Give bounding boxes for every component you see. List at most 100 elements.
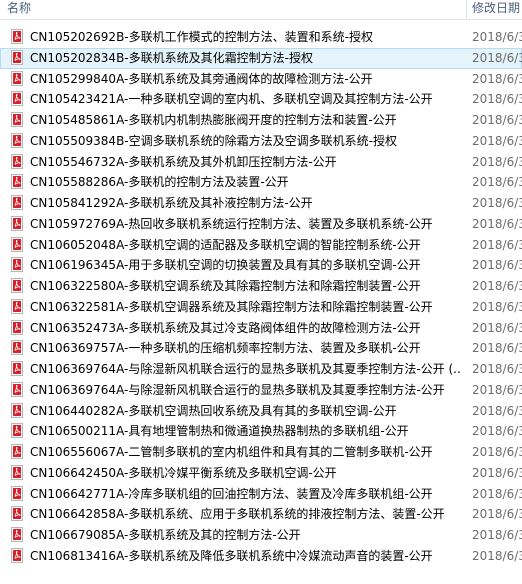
file-name: CN106642771A-冷库多联机组的回油控制方法、装置及冷库多联机组-公开 xyxy=(30,486,433,501)
column-header-bar: 名称 修改日期 xyxy=(0,0,522,20)
file-date: 2018/6/3 xyxy=(472,237,522,252)
file-row[interactable]: CN106322580A-多联机空调系统及其除霜控制方法和除霜控制装置-公开 20… xyxy=(0,276,522,297)
file-row[interactable]: CN106369757A-一种多联机的压缩机频率控制方法、装置及多联机-公开 20… xyxy=(0,338,522,359)
file-date: 2018/6/3 xyxy=(472,133,522,148)
file-row[interactable]: CN105202692B-多联机工作模式的控制方法、装置和系统-授权 2018/6… xyxy=(0,27,522,48)
file-name: CN105588286A-多联机的控制方法及装置-公开 xyxy=(30,175,289,190)
file-date: 2018/6/3 xyxy=(472,299,522,314)
column-header-date[interactable]: 修改日期 xyxy=(472,0,522,19)
file-date: 2018/6/3 xyxy=(472,362,522,376)
file-list-view: 名称 修改日期 CN105202692B-多联机工作模式的控制方法、装置和系统-… xyxy=(0,0,522,584)
pdf-file-icon xyxy=(11,112,23,127)
file-name: CN106352473A-多联机系统及其过冷支路阀体组件的故障检测方法-公开 xyxy=(30,320,421,335)
file-row[interactable]: CN106196345A-用于多联机空调的切换装置及具有其的多联机空调-公开 20… xyxy=(0,255,522,276)
file-row[interactable]: CN106052048A-多联机空调的适配器及多联机空调的智能控制系统-公开 20… xyxy=(0,235,522,256)
file-date: 2018/6/3 xyxy=(472,445,522,459)
file-date: 2018/6/3 xyxy=(472,486,522,501)
file-row[interactable]: CN105202834B-多联机系统及其化霜控制方法-授权 2018/6/3 xyxy=(0,47,522,69)
file-row[interactable]: CN106813416A-多联机系统及降低多联机系统中冷媒流动声音的装置-公开 2… xyxy=(0,546,522,567)
file-name: CN105546732A-多联机系统及其外机卸压控制方法-公开 xyxy=(30,154,337,169)
pdf-file-icon xyxy=(11,485,23,501)
file-date: 2018/6/3 xyxy=(472,528,522,542)
file-date: 2018/6/3 xyxy=(472,548,522,563)
file-name: CN106679085A-多联机系统及其的控制方法-公开 xyxy=(30,528,301,542)
file-list: CN105202692B-多联机工作模式的控制方法、装置和系统-授权 2018/6… xyxy=(0,27,522,567)
file-date: 2018/6/3 xyxy=(472,50,522,65)
pdf-file-icon xyxy=(11,257,23,273)
file-date: 2018/6/3 xyxy=(472,258,522,273)
pdf-file-icon xyxy=(11,423,23,439)
pdf-file-icon xyxy=(11,153,23,169)
file-date: 2018/6/3 xyxy=(472,175,522,190)
file-name: CN105841292A-多联机系统及其补液控制方法-公开 xyxy=(30,196,313,210)
file-row[interactable]: CN106369764A-与除湿新风机联合运行的显热多联机及其夏季控制方法-公开… xyxy=(0,380,522,401)
file-name: CN105202834B-多联机系统及其化霜控制方法-授权 xyxy=(30,50,313,65)
file-date: 2018/6/3 xyxy=(472,382,522,397)
file-name: CN106196345A-用于多联机空调的切换装置及具有其的多联机空调-公开 xyxy=(30,258,421,273)
file-name: CN105202692B-多联机工作模式的控制方法、装置和系统-授权 xyxy=(30,30,373,44)
pdf-file-icon xyxy=(11,195,23,210)
file-date: 2018/6/3 xyxy=(472,424,522,439)
pdf-file-icon xyxy=(11,215,23,231)
file-date: 2018/6/3 xyxy=(472,320,522,335)
pdf-file-icon xyxy=(11,444,23,459)
file-date: 2018/6/3 xyxy=(472,216,522,231)
pdf-file-icon xyxy=(11,547,23,563)
file-row[interactable]: CN106642858A-多联机系统、应用于多联机系统的排液控制方法、装置-公开… xyxy=(0,504,522,525)
file-row[interactable]: CN105841292A-多联机系统及其补液控制方法-公开 2018/6/3 xyxy=(0,193,522,214)
file-name: CN106440282A-多联机空调热回收系统及具有其的多联机空调-公开 xyxy=(30,403,397,418)
pdf-file-icon xyxy=(11,402,23,418)
file-row[interactable]: CN105588286A-多联机的控制方法及装置-公开 2018/6/3 xyxy=(0,172,522,193)
file-row[interactable]: CN106352473A-多联机系统及其过冷支路阀体组件的故障检测方法-公开 20… xyxy=(0,318,522,339)
pdf-file-icon xyxy=(11,464,23,480)
pdf-file-icon xyxy=(11,381,23,397)
file-date: 2018/6/3 xyxy=(472,71,522,86)
pdf-file-icon xyxy=(11,319,23,335)
file-date: 2018/6/3 xyxy=(472,507,522,522)
pdf-file-icon xyxy=(11,174,23,190)
file-row[interactable]: CN105423421A-一种多联机空调的室内机、多联机空调及其控制方法-公开 2… xyxy=(0,89,522,110)
file-name: CN106556067A-二管制多联机的室内机组件和具有其的二管制多联机-公开 xyxy=(30,445,433,459)
file-row[interactable]: CN105485861A-多联机内机制热膨胀阀开度的控制方法和装置-公开 2018… xyxy=(0,110,522,131)
pdf-file-icon xyxy=(11,298,23,314)
file-row[interactable]: CN105299840A-多联机系统及其旁通阀体的故障检测方法-公开 2018/6… xyxy=(0,69,522,90)
column-divider[interactable] xyxy=(466,0,467,19)
file-name: CN105423421A-一种多联机空调的室内机、多联机空调及其控制方法-公开 xyxy=(30,92,433,107)
file-date: 2018/6/3 xyxy=(472,196,522,210)
pdf-file-icon xyxy=(11,506,23,522)
file-row[interactable]: CN105972769A-热回收多联机系统运行控制方法、装置及多联机系统-公开 2… xyxy=(0,214,522,235)
file-row[interactable]: CN105546732A-多联机系统及其外机卸压控制方法-公开 2018/6/3 xyxy=(0,152,522,173)
file-date: 2018/6/3 xyxy=(472,465,522,480)
file-name: CN106500211A-具有地埋管制热和微通道换热器制热的多联机组-公开 xyxy=(30,424,409,439)
file-date: 2018/6/3 xyxy=(472,113,522,127)
file-date: 2018/6/3 xyxy=(472,30,522,44)
file-name: CN105299840A-多联机系统及其旁通阀体的故障检测方法-公开 xyxy=(30,71,373,86)
pdf-file-icon xyxy=(11,29,23,44)
file-date: 2018/6/3 xyxy=(472,279,522,293)
pdf-file-icon xyxy=(11,527,23,542)
file-row[interactable]: CN106642771A-冷库多联机组的回油控制方法、装置及冷库多联机组-公开 2… xyxy=(0,484,522,505)
file-name: CN106052048A-多联机空调的适配器及多联机空调的智能控制系统-公开 xyxy=(30,237,421,252)
file-row[interactable]: CN106642450A-多联机冷媒平衡系统及多联机空调-公开 2018/6/3 xyxy=(0,463,522,484)
file-row[interactable]: CN106679085A-多联机系统及其的控制方法-公开 2018/6/3 xyxy=(0,525,522,546)
file-name: CN105972769A-热回收多联机系统运行控制方法、装置及多联机系统-公开 xyxy=(30,216,433,231)
file-date: 2018/6/3 xyxy=(472,92,522,107)
file-name: CN105509384B-空调多联机系统的除霜方法及空调多联机系统-授权 xyxy=(30,133,397,148)
file-name: CN106369764A-与除湿新风机联合运行的显热多联机及其夏季控制方法-公开… xyxy=(30,362,460,376)
file-row[interactable]: CN106556067A-二管制多联机的室内机组件和具有其的二管制多联机-公开 2… xyxy=(0,442,522,463)
file-row[interactable]: CN106369764A-与除湿新风机联合运行的显热多联机及其夏季控制方法-公开… xyxy=(0,359,522,380)
file-name: CN106369757A-一种多联机的压缩机频率控制方法、装置及多联机-公开 xyxy=(30,341,421,356)
file-name: CN106813416A-多联机系统及降低多联机系统中冷媒流动声音的装置-公开 xyxy=(30,548,433,563)
pdf-file-icon xyxy=(11,340,23,356)
file-row[interactable]: CN106500211A-具有地埋管制热和微通道换热器制热的多联机组-公开 201… xyxy=(0,421,522,442)
file-name: CN106642858A-多联机系统、应用于多联机系统的排液控制方法、装置-公开 xyxy=(30,507,445,522)
file-date: 2018/6/3 xyxy=(472,403,522,418)
file-row[interactable]: CN106322581A-多联机空调器系统及其除霜控制方法和除霜控制装置-公开 2… xyxy=(0,297,522,318)
file-name: CN106369764A-与除湿新风机联合运行的显热多联机及其夏季控制方法-公开 xyxy=(30,382,445,397)
file-date: 2018/6/3 xyxy=(472,341,522,356)
file-row[interactable]: CN105509384B-空调多联机系统的除霜方法及空调多联机系统-授权 2018… xyxy=(0,131,522,152)
file-name: CN106642450A-多联机冷媒平衡系统及多联机空调-公开 xyxy=(30,465,337,480)
file-row[interactable]: CN106440282A-多联机空调热回收系统及具有其的多联机空调-公开 2018… xyxy=(0,401,522,422)
column-header-name[interactable]: 名称 xyxy=(7,0,457,19)
pdf-file-icon xyxy=(11,132,23,148)
